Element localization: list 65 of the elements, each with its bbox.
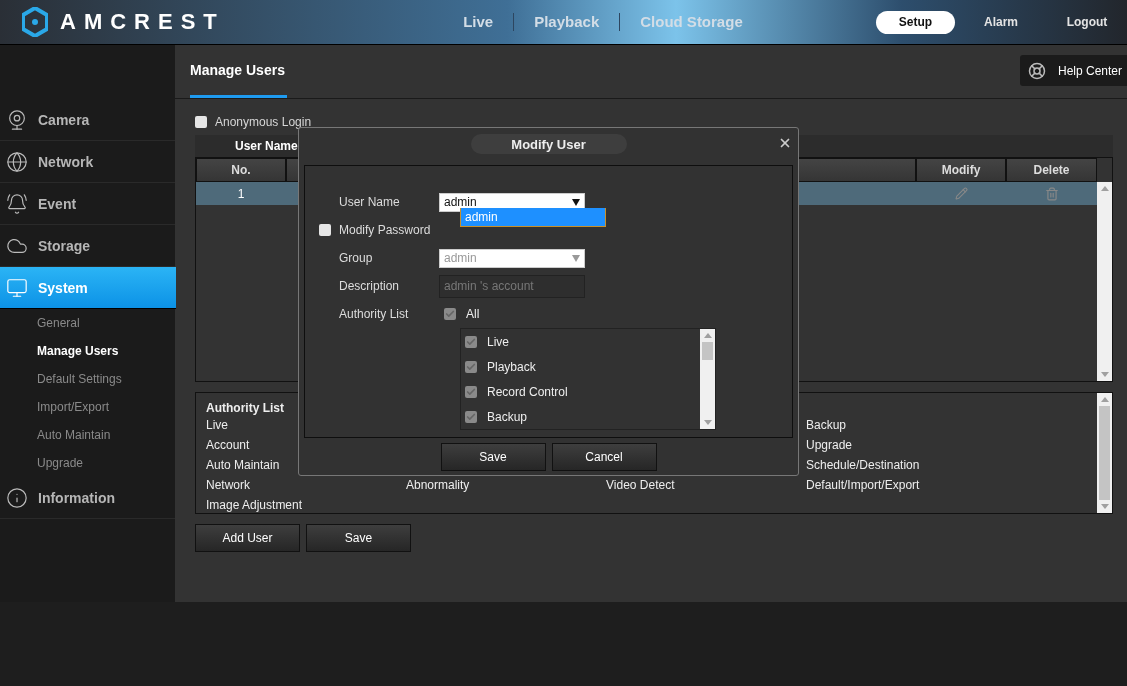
field-label: User Name <box>338 195 401 209</box>
checkbox-label: Modify Password <box>339 223 431 237</box>
checkbox-label: Anonymous Login <box>215 115 312 129</box>
authority-item: Account <box>206 437 251 454</box>
nav-link[interactable]: Live <box>443 13 514 31</box>
authority-item: Schedule/Destination <box>806 457 921 474</box>
checkbox-label: Backup <box>487 409 528 424</box>
authority-item: Network <box>206 477 251 494</box>
nav-link[interactable]: Logout <box>1047 10 1127 34</box>
authority-item: Live <box>206 417 229 434</box>
table-header-cell: No. <box>196 158 286 182</box>
table-cell-text: 1 <box>236 185 246 203</box>
field-label: Authority List <box>338 307 410 321</box>
hexagon-logo-icon <box>22 7 48 37</box>
authority-item: Image Adjustment <box>206 497 304 514</box>
sidebar-subitem[interactable]: Auto Maintain <box>0 421 175 449</box>
panel-title: Authority List <box>206 401 284 415</box>
webcam-icon <box>6 108 28 131</box>
sidebar-subitem[interactable]: Manage Users <box>0 337 175 365</box>
checkbox[interactable] <box>465 335 477 348</box>
table-header-cell: Modify <box>916 158 1006 182</box>
page-tab[interactable]: Manage Users <box>190 45 287 98</box>
scrollbar[interactable] <box>1097 182 1112 381</box>
brand-name: AMCREST <box>60 9 225 35</box>
help-center-button[interactable]: Help Center <box>1020 55 1127 86</box>
checkbox[interactable] <box>465 410 477 423</box>
authority-item: Upgrade <box>806 437 854 454</box>
authority-item: Default/Import/Export <box>806 477 921 494</box>
lifebuoy-icon <box>1028 61 1046 80</box>
checkbox[interactable] <box>195 116 207 128</box>
nav-link[interactable]: Setup <box>876 10 955 34</box>
checkbox-label: Playback <box>487 359 536 374</box>
modify-password-checkbox[interactable]: Modify Password <box>319 223 459 237</box>
info-icon <box>6 486 28 509</box>
authority-item: Backup <box>806 417 848 434</box>
sidebar-subitem[interactable]: General <box>0 309 175 337</box>
checkbox-label: All <box>466 307 480 321</box>
checkbox-label: Record Control <box>487 384 568 399</box>
sidebar-subitem[interactable]: Import/Export <box>0 393 175 421</box>
table-header-cell: Delete <box>1006 158 1097 182</box>
checkbox[interactable] <box>465 360 477 373</box>
checkbox[interactable] <box>319 224 331 236</box>
dialog-title: Modify User <box>470 134 627 154</box>
action-button[interactable]: Save <box>306 524 411 552</box>
scrollbar[interactable] <box>700 329 715 429</box>
authority-item: Video Detect <box>606 477 676 494</box>
anonymous-login-checkbox[interactable]: Anonymous Login <box>195 113 1113 131</box>
sidebar-subitem[interactable]: Upgrade <box>0 449 175 477</box>
globe-icon <box>6 150 28 173</box>
bell-icon <box>6 192 28 215</box>
scrollbar[interactable] <box>1097 393 1112 513</box>
close-button[interactable] <box>778 136 792 150</box>
field-label: Group <box>338 251 374 265</box>
dialog-button[interactable]: Cancel <box>551 443 657 471</box>
authority-item: Abnormality <box>406 477 471 494</box>
sidebar-subitem[interactable]: Default Settings <box>0 365 175 393</box>
dialog-button[interactable]: Save <box>440 443 546 471</box>
action-button[interactable]: Add User <box>195 524 300 552</box>
monitor-icon <box>6 276 28 299</box>
field-label: Description <box>338 279 401 293</box>
checkbox-label: Live <box>487 334 509 349</box>
checkbox[interactable] <box>465 385 477 398</box>
nav-link[interactable]: Alarm <box>961 10 1041 34</box>
checkbox[interactable] <box>444 308 456 320</box>
authority-item: Auto Maintain <box>206 457 281 474</box>
